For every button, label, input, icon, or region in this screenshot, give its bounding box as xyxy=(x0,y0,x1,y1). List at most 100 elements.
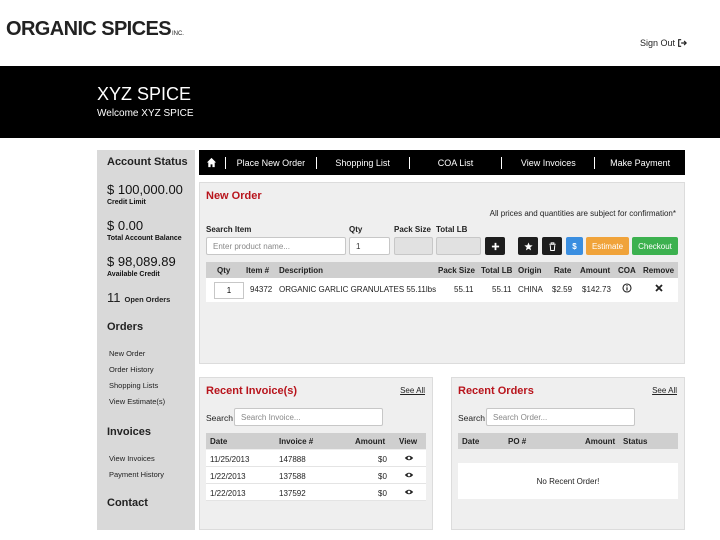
line-pack-size: 55.11 xyxy=(454,285,474,294)
inv-col-amount: Amount xyxy=(355,437,386,446)
col-rate: Rate xyxy=(554,266,572,275)
checkout-button[interactable]: Checkout xyxy=(632,237,678,255)
eye-icon[interactable] xyxy=(404,470,414,480)
qty-input[interactable] xyxy=(349,237,390,255)
orders-table-header: Date PO # Amount Status xyxy=(458,433,678,449)
welcome-message: Welcome XYZ SPICE xyxy=(97,108,194,119)
qty-label: Qty xyxy=(349,225,363,234)
col-origin: Origin xyxy=(518,266,542,275)
sign-out-label: Sign Out xyxy=(639,38,675,48)
price-button[interactable]: $ xyxy=(566,237,583,255)
col-remove: Remove xyxy=(643,266,675,275)
recent-invoices-title: Recent Invoice(s) xyxy=(206,385,298,397)
sidebar-link-shopping-lists[interactable]: Shopping Lists xyxy=(109,381,195,390)
estimate-button[interactable]: Estimate xyxy=(586,237,629,255)
recent-orders-title: Recent Orders xyxy=(458,385,534,397)
eye-icon[interactable] xyxy=(404,453,414,463)
sidebar-link-payment-history[interactable]: Payment History xyxy=(109,470,195,479)
sidebar-link-view-invoices[interactable]: View Invoices xyxy=(109,454,195,463)
delete-button[interactable] xyxy=(542,237,562,255)
main-nav: Place New Order Shopping List COA List V… xyxy=(199,150,685,175)
col-item-number: Item # xyxy=(246,266,270,275)
invoice-search-input[interactable] xyxy=(234,408,383,426)
col-amount: Amount xyxy=(580,266,611,275)
nav-make-payment[interactable]: Make Payment xyxy=(595,158,685,168)
nav-view-invoices[interactable]: View Invoices xyxy=(502,158,594,168)
invoice-number: 137592 xyxy=(279,489,306,498)
sign-out-icon xyxy=(678,39,687,47)
open-orders: 11 Open Orders xyxy=(107,290,195,305)
eye-icon[interactable] xyxy=(404,487,414,497)
credit-limit-label: Credit Limit xyxy=(107,199,146,206)
col-total-lb: Total LB xyxy=(481,266,513,275)
logo-suffix: INC. xyxy=(171,31,184,37)
trash-icon xyxy=(548,241,556,251)
line-description: ORGANIC GARLIC GRANULATES 55.11lbs xyxy=(279,285,437,294)
order-search-input[interactable] xyxy=(486,408,635,426)
no-recent-orders-message: No Recent Order! xyxy=(458,463,678,499)
company-logo[interactable]: ORGANIC SPICESINC. xyxy=(6,18,184,41)
sidebar-link-new-order[interactable]: New Order xyxy=(109,349,195,358)
pack-size-field xyxy=(394,237,433,255)
nav-place-new-order[interactable]: Place New Order xyxy=(226,158,316,168)
invoice-amount: $0 xyxy=(378,489,387,498)
credit-limit-value: $ 100,000.00 xyxy=(107,182,183,197)
sign-out-link[interactable]: Sign Out xyxy=(640,38,687,48)
invoice-date: 1/22/2013 xyxy=(210,472,246,481)
line-origin: CHINA xyxy=(518,285,543,294)
invoices-heading: Invoices xyxy=(107,426,152,438)
invoice-search-label: Search xyxy=(206,413,233,423)
favorite-button[interactable] xyxy=(518,237,538,255)
total-balance-value: $ 0.00 xyxy=(107,218,144,233)
invoice-amount: $0 xyxy=(378,472,387,481)
orders-see-all-link[interactable]: See All xyxy=(652,386,677,395)
sidebar-link-view-estimates[interactable]: View Estimate(s) xyxy=(109,397,195,406)
inv-col-invoice-number: Invoice # xyxy=(279,437,314,446)
open-orders-count: 11 xyxy=(107,290,121,305)
add-item-button[interactable] xyxy=(485,237,505,255)
invoices-see-all-link[interactable]: See All xyxy=(400,386,425,395)
col-coa: COA xyxy=(618,266,636,275)
nav-shopping-list[interactable]: Shopping List xyxy=(317,158,409,168)
line-rate: $2.59 xyxy=(552,285,573,294)
total-lb-field xyxy=(436,237,481,255)
order-table-header: Qty Item # Description Pack Size Total L… xyxy=(206,262,678,278)
logo-text: ORGANIC SPICES xyxy=(6,18,172,40)
pack-size-label: Pack Size xyxy=(394,225,431,234)
order-search-label: Search xyxy=(458,413,485,423)
invoice-number: 147888 xyxy=(279,455,306,464)
home-icon xyxy=(207,157,217,168)
recent-invoices-panel: Recent Invoice(s) See All Search Date In… xyxy=(199,377,433,530)
ord-col-amount: Amount xyxy=(585,437,616,446)
total-balance-label: Total Account Balance xyxy=(107,235,182,242)
line-qty-input[interactable] xyxy=(214,282,244,299)
open-orders-label: Open Orders xyxy=(124,295,171,304)
available-credit-label: Available Credit xyxy=(107,271,160,278)
plus-icon xyxy=(491,242,499,250)
line-amount: $142.73 xyxy=(582,285,611,294)
ord-col-date: Date xyxy=(462,437,480,446)
col-description: Description xyxy=(279,266,324,275)
search-item-label: Search Item xyxy=(206,225,252,234)
nav-coa-list[interactable]: COA List xyxy=(410,158,502,168)
line-item-number: 94372 xyxy=(250,285,273,294)
sidebar-link-order-history[interactable]: Order History xyxy=(109,365,195,374)
info-icon[interactable] xyxy=(622,283,632,293)
col-qty: Qty xyxy=(217,266,231,275)
ord-col-po-number: PO # xyxy=(508,437,527,446)
available-credit-value: $ 98,089.89 xyxy=(107,254,176,269)
order-line-row: 94372 ORGANIC GARLIC GRANULATES 55.11lbs… xyxy=(206,278,678,302)
product-search-input[interactable] xyxy=(206,237,346,255)
close-icon[interactable] xyxy=(654,283,664,293)
account-sidebar: Account Status $ 100,000.00 Credit Limit… xyxy=(97,150,195,530)
invoice-date: 11/25/2013 xyxy=(210,455,250,464)
invoice-row: 11/25/2013 147888 $0 xyxy=(206,450,426,467)
new-order-panel: New Order All prices and quantities are … xyxy=(199,182,685,364)
new-order-title: New Order xyxy=(206,190,262,202)
nav-home[interactable] xyxy=(199,157,225,168)
star-icon xyxy=(523,241,533,250)
ord-col-status: Status xyxy=(623,437,648,446)
contact-heading[interactable]: Contact xyxy=(107,497,195,509)
invoice-row: 1/22/2013 137588 $0 xyxy=(206,467,426,484)
orders-heading: Orders xyxy=(107,321,144,333)
